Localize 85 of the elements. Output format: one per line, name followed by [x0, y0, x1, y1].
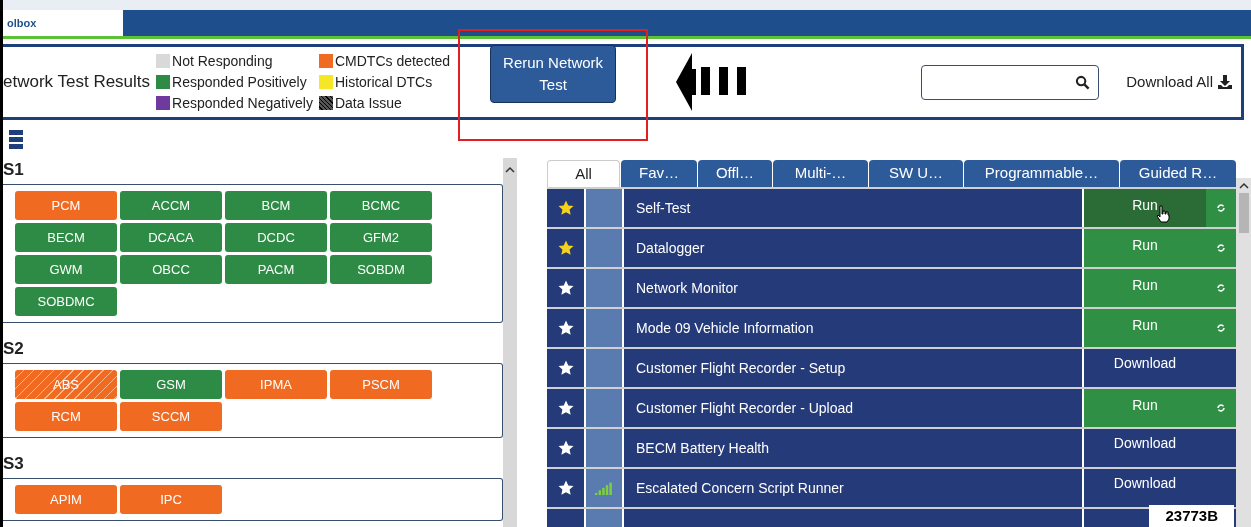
figure-label: 23773B [1149, 505, 1234, 527]
legend-label: Responded Negatively [172, 93, 313, 113]
rerun-network-test-button[interactable]: Rerun Network Test [490, 45, 617, 103]
star-icon[interactable] [556, 359, 575, 377]
tool-tab[interactable]: SW U… [869, 160, 963, 187]
refresh-icon[interactable] [1216, 323, 1226, 333]
module-button[interactable]: BCMC [330, 191, 432, 220]
tool-name-cell[interactable]: Self-Test [624, 189, 1082, 227]
network-heading: S1 [3, 159, 25, 181]
tool-name-cell[interactable]: Mode 09 Vehicle Information [624, 309, 1082, 347]
toolbox-tab[interactable]: olbox [3, 10, 123, 36]
star-cell [547, 509, 584, 527]
star-icon[interactable] [556, 279, 575, 297]
search-icon[interactable] [1075, 74, 1091, 90]
tool-name-cell[interactable]: Customer Flight Recorder - Setup [624, 349, 1082, 387]
module-button[interactable]: RCM [15, 402, 117, 431]
scroll-up-icon[interactable] [505, 166, 515, 173]
refresh-icon[interactable] [1216, 203, 1226, 213]
download-all-button[interactable]: Download All [1126, 70, 1233, 94]
tool-tab[interactable]: Programmable… [964, 160, 1119, 187]
star-icon[interactable] [556, 239, 575, 257]
scrollbar-thumb[interactable] [1238, 193, 1249, 233]
tool-tab[interactable]: All [547, 160, 620, 187]
menu-icon[interactable] [9, 130, 23, 150]
scrollbar[interactable] [503, 158, 517, 527]
tool-tab[interactable]: Multi-… [773, 160, 868, 187]
module-button[interactable]: BECM [15, 223, 117, 252]
network-heading: S3 [3, 453, 25, 475]
module-button[interactable]: APIM [15, 485, 117, 514]
run-button[interactable]: Run [1084, 309, 1236, 347]
refresh-icon[interactable] [1216, 403, 1226, 413]
network-test-title: etwork Test Results [3, 71, 151, 94]
module-button[interactable]: PACM [225, 255, 327, 284]
module-button[interactable]: SCCM [120, 402, 222, 431]
tool-tab[interactable]: Guided R… [1120, 160, 1236, 187]
module-button[interactable]: PSCM [330, 370, 432, 399]
module-button[interactable]: IPMA [225, 370, 327, 399]
legend-label: Not Responding [172, 51, 273, 71]
module-button[interactable]: SOBDM [330, 255, 432, 284]
star-icon[interactable] [556, 399, 575, 417]
refresh-icon[interactable] [1216, 283, 1226, 293]
module-button[interactable]: SOBDMC [15, 287, 117, 316]
signal-cell [586, 509, 622, 527]
module-button[interactable]: GWM [15, 255, 117, 284]
legend-label: Responded Positively [172, 72, 307, 92]
tool-name-cell[interactable]: BECM Battery Health [624, 429, 1082, 467]
module-button[interactable]: IPC [120, 485, 222, 514]
search-field[interactable] [921, 64, 1100, 100]
scroll-up-icon[interactable] [1238, 182, 1249, 189]
module-button[interactable]: OBCC [120, 255, 222, 284]
legend-label: Historical DTCs [334, 72, 433, 92]
scrollbar[interactable] [1236, 178, 1251, 527]
tool-tab[interactable]: Fav… [621, 160, 697, 187]
hand-cursor-icon [1156, 205, 1170, 223]
download-button[interactable]: Download [1084, 429, 1236, 467]
refresh-icon[interactable] [1216, 243, 1226, 253]
legend-label: Data Issue [334, 93, 402, 113]
run-button[interactable]: Run [1084, 389, 1236, 427]
run-button[interactable]: Run [1084, 229, 1236, 267]
run-button[interactable]: Run [1084, 269, 1236, 307]
module-button[interactable]: GSM [120, 370, 222, 399]
star-icon[interactable] [556, 199, 575, 217]
tool-name-cell[interactable]: Escalated Concern Script Runner [624, 469, 1082, 507]
star-icon[interactable] [556, 439, 575, 457]
tool-name-cell[interactable]: Customer Flight Recorder - Upload [624, 389, 1082, 427]
download-button[interactable]: Download [1084, 349, 1236, 387]
module-button[interactable]: BCM [225, 191, 327, 220]
legend-label: CMDTCs detected [334, 51, 451, 71]
tool-tab[interactable]: Offl… [698, 160, 772, 187]
arrow-annotation-icon [676, 53, 747, 111]
signal-icon [595, 481, 613, 495]
module-button[interactable]: GFM2 [330, 223, 432, 252]
module-button[interactable]: PCM [15, 191, 117, 220]
module-button[interactable]: DCDC [225, 223, 327, 252]
tool-name-cell[interactable]: Network Monitor [624, 269, 1082, 307]
download-button[interactable]: Download [1084, 469, 1236, 507]
network-heading: S2 [3, 338, 25, 360]
download-icon [1217, 74, 1233, 90]
tool-name-cell[interactable]: Datalogger [624, 229, 1082, 267]
module-button[interactable]: DCACA [120, 223, 222, 252]
module-button[interactable]: ABS [15, 370, 117, 399]
module-button[interactable]: ACCM [120, 191, 222, 220]
run-button[interactable]: Run [1084, 189, 1236, 227]
star-icon[interactable] [556, 319, 575, 337]
star-icon[interactable] [556, 479, 575, 497]
